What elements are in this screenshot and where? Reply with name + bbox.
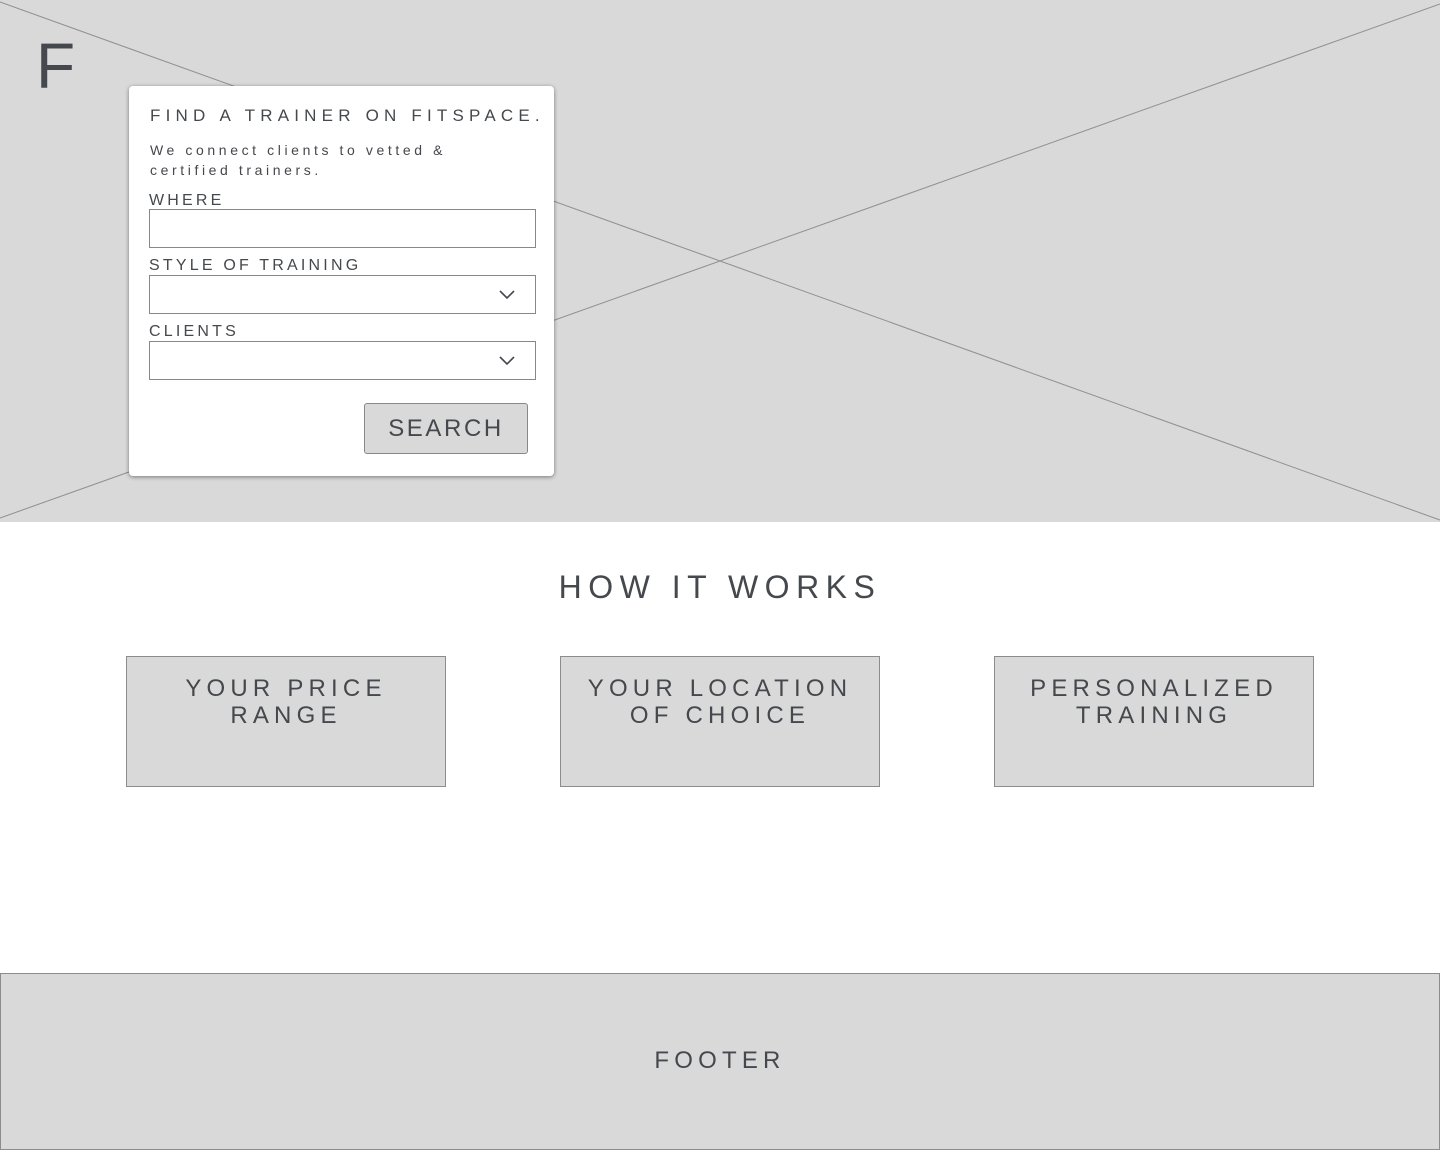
- search-card-title: FIND A TRAINER ON FITSPACE.: [150, 106, 545, 125]
- how-it-works-title: HOW IT WORKS: [558, 569, 882, 605]
- chevron-down-icon: [499, 356, 515, 366]
- feature-label: PERSONALIZED TRAINING: [1030, 675, 1278, 729]
- feature-label: YOUR LOCATION OF CHOICE: [587, 675, 853, 729]
- clients-select[interactable]: [149, 341, 536, 380]
- feature-card-location: YOUR LOCATION OF CHOICE: [560, 656, 880, 787]
- where-input[interactable]: [149, 209, 536, 248]
- style-of-training-label: STYLE OF TRAINING: [149, 257, 362, 274]
- feature-card-personalized-training: PERSONALIZED TRAINING: [994, 656, 1314, 787]
- search-button[interactable]: SEARCH: [364, 403, 528, 454]
- feature-label: YOUR PRICE RANGE: [185, 675, 387, 729]
- where-label: WHERE: [149, 192, 225, 209]
- search-card-subtitle: We connect clients to vetted & certified…: [150, 142, 447, 178]
- feature-card-price-range: YOUR PRICE RANGE: [126, 656, 446, 787]
- footer-label: FOOTER: [654, 1047, 786, 1074]
- style-of-training-select[interactable]: [149, 275, 536, 314]
- chevron-down-icon: [499, 290, 515, 300]
- clients-label: CLIENTS: [149, 323, 239, 340]
- footer: FOOTER: [0, 973, 1440, 1150]
- logo[interactable]: F: [36, 30, 75, 102]
